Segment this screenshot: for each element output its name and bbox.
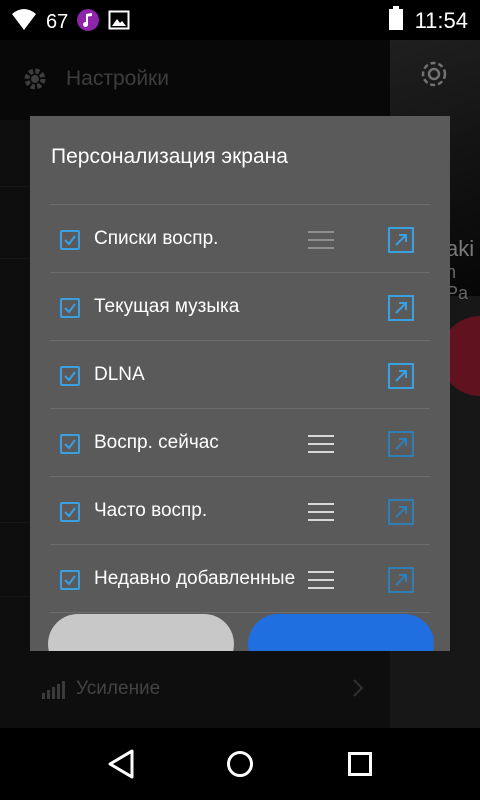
checkbox[interactable]: [60, 570, 80, 590]
list-item-label: Воспр. сейчас: [94, 432, 219, 453]
dialog-title: Персонализация экрана: [51, 145, 288, 168]
list-item[interactable]: Списки воспр.: [50, 205, 430, 273]
list-item[interactable]: Воспр. сейчас: [50, 409, 430, 477]
open-link-icon[interactable]: [388, 227, 414, 253]
music-app-icon: [76, 8, 100, 37]
cancel-button[interactable]: [48, 614, 234, 651]
open-link-icon[interactable]: [388, 499, 414, 525]
status-bar: 67 11:54: [0, 0, 480, 40]
checkbox[interactable]: [60, 230, 80, 250]
list-item[interactable]: Текущая музыка: [50, 273, 430, 341]
open-link-icon[interactable]: [388, 295, 414, 321]
drag-handle-icon[interactable]: [308, 501, 334, 523]
list-item-label: Списки воспр.: [94, 228, 219, 249]
battery-icon: [388, 6, 403, 35]
list-item[interactable]: Часто воспр.: [50, 477, 430, 545]
status-right: 11:54: [388, 6, 468, 35]
navigation-bar: [0, 728, 480, 800]
list-item[interactable]: DLNA: [50, 341, 430, 409]
screen-personalization-dialog: Персонализация экрана Списки воспр. Теку…: [30, 116, 450, 651]
recent-apps-icon[interactable]: [348, 752, 372, 781]
checkbox[interactable]: [60, 502, 80, 522]
tab-list: Списки воспр. Текущая музыка DLNA Воспр.…: [50, 205, 430, 613]
wifi-icon: [10, 8, 38, 37]
list-item-label: Недавно добавленные: [94, 568, 296, 589]
drag-handle-icon[interactable]: [308, 229, 334, 251]
checkbox[interactable]: [60, 366, 80, 386]
back-icon[interactable]: [106, 748, 136, 785]
home-icon[interactable]: [226, 750, 254, 783]
open-link-icon[interactable]: [388, 431, 414, 457]
list-item-label: Текущая музыка: [94, 296, 240, 317]
notification-count: 67: [46, 11, 69, 33]
clock: 11:54: [414, 7, 468, 33]
drag-handle-icon[interactable]: [308, 569, 334, 591]
open-link-icon[interactable]: [388, 567, 414, 593]
ok-button[interactable]: [248, 614, 434, 651]
image-icon: [108, 9, 130, 36]
open-link-icon[interactable]: [388, 363, 414, 389]
list-item[interactable]: Недавно добавленные: [50, 545, 430, 613]
list-item-label: DLNA: [94, 364, 145, 385]
status-left: 67: [10, 8, 130, 37]
drag-handle-icon[interactable]: [308, 433, 334, 455]
checkbox[interactable]: [60, 434, 80, 454]
checkbox[interactable]: [60, 298, 80, 318]
list-item-label: Часто воспр.: [94, 500, 208, 521]
